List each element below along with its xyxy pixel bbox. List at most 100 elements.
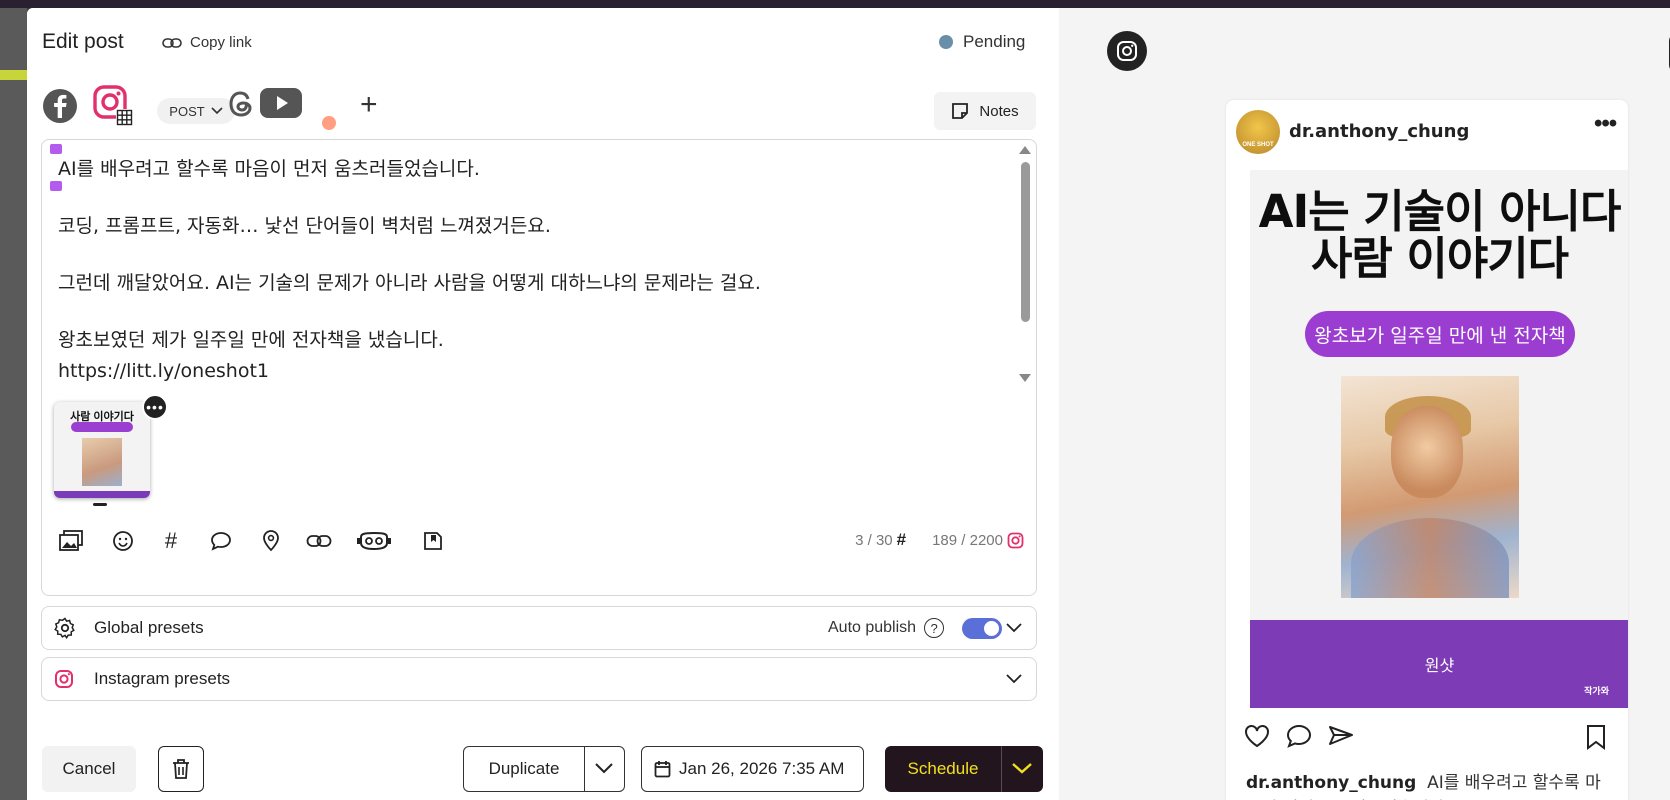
portrait-illustration (1341, 376, 1519, 598)
gear-icon (54, 617, 75, 639)
scroll-up-icon[interactable] (1019, 146, 1031, 154)
button-divider (1001, 746, 1002, 792)
chevron-down-icon[interactable] (594, 761, 614, 775)
auto-publish-label: Auto publish (828, 619, 917, 636)
image-subtitle-pill: 왕초보가 일주일 만에 낸 전자책 (1305, 311, 1575, 357)
help-icon[interactable]: ? (924, 618, 945, 638)
chevron-down-icon[interactable] (1006, 623, 1022, 633)
post-text-line: 그런데 깨달았어요. AI는 기술의 문제가 아니라 사람을 어떻게 대하느냐의… (58, 272, 761, 294)
post-text-line: 왕초보였던 제가 일주일 만에 전자책을 냈습니다. (58, 329, 444, 351)
post-caption: dr.anthony_chung AI를 배우려고 할수록 마음이 먼저 움츠러… (1246, 770, 1616, 800)
notes-button[interactable]: Notes (934, 92, 1036, 130)
image-title-line: AI는 기술이 아니다 (1258, 185, 1622, 238)
auto-publish-control: Auto publish ? (828, 617, 1003, 639)
location-icon[interactable] (257, 527, 285, 555)
bookmark-icon[interactable] (1586, 724, 1606, 750)
delete-button[interactable] (158, 746, 204, 792)
image-title-line: 사람 이야기다 (1310, 232, 1569, 285)
schedule-button[interactable]: Schedule (885, 746, 1043, 792)
post-preview-pane: ONE SHOT dr.anthony_chung ••• AI는 기술이 아니… (1059, 8, 1670, 800)
hashtag-icon[interactable]: # (157, 527, 185, 555)
char-count: 189 / 2200 (932, 531, 1003, 549)
chevron-down-icon[interactable] (1006, 674, 1022, 684)
cancel-button[interactable]: Cancel (42, 746, 136, 792)
status-dot-icon (939, 35, 953, 49)
post-type-label: POST (169, 103, 205, 119)
background-accent-strip (0, 70, 27, 80)
note-icon (952, 103, 969, 119)
post-image: AI는 기술이 아니다 사람 이야기다 왕초보가 일주일 만에 낸 전자책 원샷… (1250, 170, 1628, 708)
media-more-button[interactable]: ••• (142, 394, 168, 420)
thumbnail-pill (71, 422, 133, 432)
threads-icon[interactable] (224, 86, 258, 127)
duplicate-label: Duplicate (488, 759, 560, 778)
background-app-sidebar (0, 8, 27, 800)
story-icon[interactable] (419, 527, 447, 555)
image-title: AI는 기술이 아니다 사람 이야기다 (1250, 188, 1628, 282)
post-text-line: AI를 배우려고 할수록 마음이 먼저 움츠러들었습니다. (58, 158, 480, 180)
global-presets-row[interactable]: Global presets Auto publish ? (41, 606, 1037, 650)
grid-icon (116, 109, 133, 131)
schedule-date-picker[interactable]: Jan 26, 2026 7:35 AM (641, 746, 864, 792)
post-text-line: 코딩, 프롬프트, 자동화… 낯선 단어들이 벽처럼 느껴졌거든요. (58, 215, 551, 237)
avatar: ONE SHOT (1236, 110, 1280, 154)
schedule-date-label: Jan 26, 2026 7:35 AM (679, 759, 845, 778)
instagram-presets-row[interactable]: Instagram presets (41, 657, 1037, 701)
copy-link-button[interactable]: Copy link (162, 34, 252, 51)
instagram-icon (55, 670, 73, 688)
thumbnail-portrait (82, 438, 122, 486)
scroll-thumb[interactable] (1021, 162, 1030, 322)
chevron-down-icon (211, 107, 223, 115)
copy-link-label: Copy link (190, 34, 252, 51)
hashtag-count-icon: # (896, 530, 907, 549)
ai-gem-icon (50, 144, 62, 154)
caption-username: dr.anthony_chung (1246, 773, 1417, 793)
ai-assistant-icon[interactable] (357, 527, 391, 555)
preview-username: dr.anthony_chung (1289, 121, 1470, 142)
add-channel-button[interactable]: + (360, 88, 378, 122)
portrait-shoulders (1351, 518, 1509, 598)
status-badge: Pending (939, 32, 1025, 52)
comment-icon[interactable] (1286, 724, 1312, 748)
band-title: 원샷 (1424, 656, 1455, 675)
portrait-head (1391, 406, 1463, 498)
link-icon (162, 37, 182, 48)
warning-dot-icon (322, 116, 336, 130)
emoji-icon[interactable] (109, 527, 137, 555)
share-icon[interactable] (1328, 724, 1354, 748)
trash-icon (173, 759, 189, 779)
band-subtitle: 작가와 (1584, 687, 1609, 697)
youtube-icon[interactable] (260, 88, 302, 123)
image-footer-band: 원샷 작가와 (1250, 620, 1628, 708)
edit-post-modal: Edit post Copy link Pending POST + Notes… (27, 8, 1670, 800)
comment-icon[interactable] (207, 527, 235, 555)
post-actions (1244, 724, 1614, 754)
heart-icon[interactable] (1244, 724, 1270, 748)
thumbnail-band (54, 491, 150, 498)
instagram-small-icon (1007, 532, 1024, 548)
text-scrollbar[interactable] (1018, 146, 1032, 382)
instagram-presets-label: Instagram presets (94, 669, 231, 688)
chevron-down-icon[interactable] (1011, 761, 1033, 775)
post-text-line (58, 242, 958, 268)
media-library-icon[interactable] (57, 527, 85, 555)
media-thumbnail[interactable]: 사람 이야기다 (54, 402, 150, 498)
scroll-down-icon[interactable] (1019, 374, 1031, 382)
editor-pane: Edit post Copy link Pending POST + Notes… (27, 8, 1059, 800)
calendar-icon (654, 761, 671, 778)
link-icon[interactable] (305, 527, 333, 555)
post-text-line (58, 299, 958, 325)
status-label: Pending (963, 32, 1026, 51)
preview-network-instagram-icon[interactable] (1107, 31, 1147, 71)
duplicate-button[interactable]: Duplicate (463, 746, 625, 792)
global-presets-label: Global presets (94, 618, 204, 637)
post-text-editor[interactable]: AI를 배우려고 할수록 마음이 먼저 움츠러들었습니다. 코딩, 프롬프트, … (41, 139, 1037, 596)
facebook-icon[interactable] (42, 88, 78, 129)
auto-publish-toggle[interactable] (962, 617, 1003, 639)
drag-handle[interactable] (93, 503, 107, 506)
post-text-line (58, 185, 958, 211)
post-text[interactable]: AI를 배우려고 할수록 마음이 먼저 움츠러들었습니다. 코딩, 프롬프트, … (58, 154, 958, 387)
post-text-line: https://litt.ly/oneshot1 (58, 360, 269, 382)
more-options-icon[interactable]: ••• (1594, 110, 1617, 138)
toggle-knob (984, 620, 1000, 636)
